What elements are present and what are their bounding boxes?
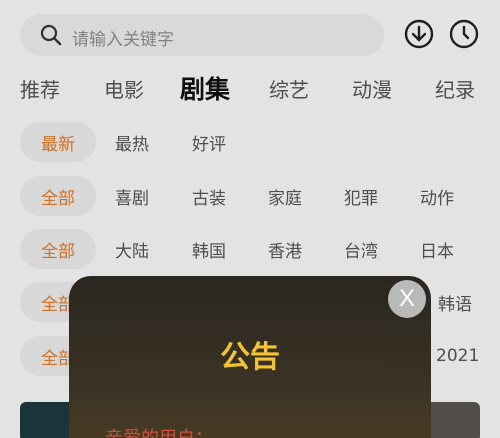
modal-title: 公告 <box>220 340 280 375</box>
modal-greeting: 亲爱的用户： <box>105 424 213 438</box>
announcement-modal: 公告 亲爱的用户： <box>69 276 431 438</box>
close-button[interactable]: X <box>388 280 426 318</box>
